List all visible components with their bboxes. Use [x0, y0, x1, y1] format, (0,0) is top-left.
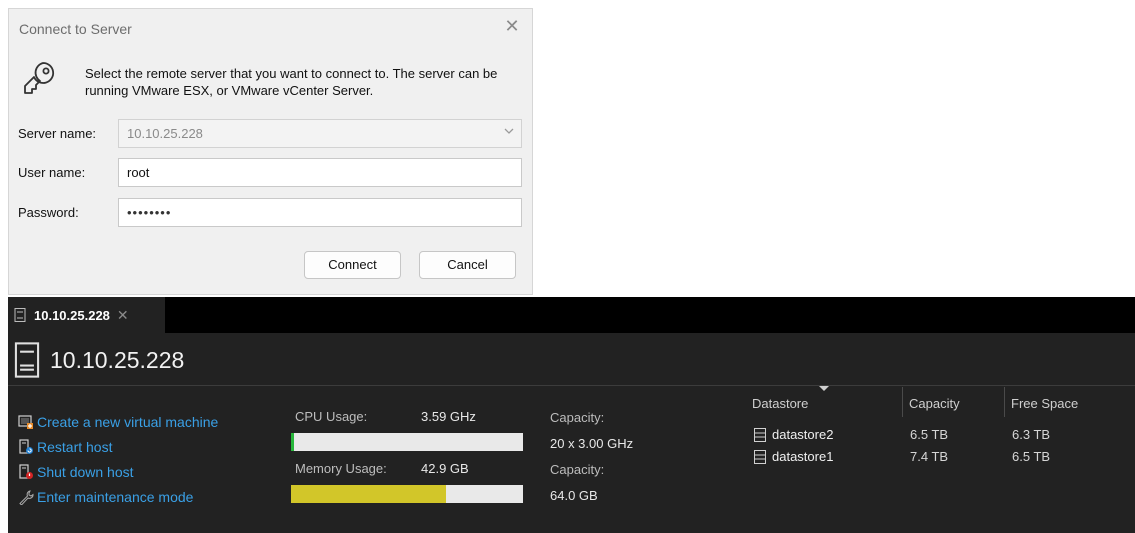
connect-dialog: Connect to Server ✕ Select the remote se…: [8, 8, 533, 295]
cpu-usage-fill: [291, 433, 295, 451]
server-name-label: Server name:: [18, 126, 97, 141]
column-header-free-space[interactable]: Free Space: [1004, 387, 1124, 417]
cpu-usage-value: 3.59 GHz: [421, 409, 476, 424]
datastore-name: datastore1: [772, 449, 834, 464]
memory-usage-fill: [291, 485, 447, 503]
create-vm-link[interactable]: Create a new virtual machine: [18, 409, 218, 434]
page-title: 10.10.25.228: [50, 346, 185, 373]
cpu-capacity-value: 20 x 3.00 GHz: [550, 436, 634, 451]
memory-usage-label: Memory Usage:: [295, 461, 387, 476]
tab-host[interactable]: 10.10.25.228 ✕: [8, 297, 165, 333]
action-label: Restart host: [37, 438, 113, 455]
memory-capacity-value: 64.0 GB: [550, 488, 598, 503]
free-space-cell: 6.5 TB: [1012, 449, 1051, 464]
action-label: Shut down host: [37, 463, 134, 480]
host-summary-panel: 10.10.25.228 ✕ 10.10.25.228 Create a new…: [8, 297, 1135, 533]
tab-label: 10.10.25.228: [34, 307, 110, 323]
datastore-icon: [754, 427, 766, 442]
shutdown-host-link[interactable]: Shut down host: [18, 459, 218, 484]
close-icon[interactable]: ✕: [502, 16, 522, 36]
chevron-down-icon[interactable]: [503, 125, 515, 141]
close-icon[interactable]: ✕: [117, 307, 129, 324]
server-name-combobox[interactable]: 10.10.25.228: [118, 119, 522, 148]
datastore-name-cell: datastore1: [754, 449, 833, 464]
wrench-icon: [19, 489, 34, 505]
cpu-usage-bar: [291, 433, 523, 451]
maintenance-mode-link[interactable]: Enter maintenance mode: [18, 484, 218, 509]
table-row[interactable]: datastore2 6.5 TB 6.3 TB: [746, 425, 1126, 445]
memory-usage-bar: [291, 485, 523, 503]
server-icon: [14, 308, 26, 322]
shutdown-host-icon: [19, 463, 33, 479]
table-row[interactable]: datastore1 7.4 TB 6.5 TB: [746, 447, 1126, 467]
cpu-usage-label: CPU Usage:: [295, 409, 368, 424]
dialog-title: Connect to Server: [19, 21, 132, 37]
cancel-button[interactable]: Cancel: [419, 251, 516, 279]
connect-button[interactable]: Connect: [304, 251, 401, 279]
password-input[interactable]: ••••••••: [118, 198, 522, 227]
cpu-capacity-label: Capacity:: [550, 410, 605, 425]
user-name-label: User name:: [18, 165, 86, 180]
key-icon: [24, 62, 55, 94]
user-name-input[interactable]: root: [118, 158, 522, 187]
action-label: Enter maintenance mode: [37, 488, 194, 505]
restart-host-icon: [19, 438, 33, 454]
new-vm-icon: [18, 414, 33, 429]
free-space-cell: 6.3 TB: [1012, 427, 1051, 442]
column-header-capacity[interactable]: Capacity: [902, 387, 1003, 417]
server-name-value: 10.10.25.228: [127, 126, 203, 141]
restart-host-link[interactable]: Restart host: [18, 434, 218, 459]
datastore-name: datastore2: [772, 427, 834, 442]
action-label: Create a new virtual machine: [37, 413, 219, 430]
memory-usage-value: 42.9 GB: [421, 461, 469, 476]
memory-capacity-label: Capacity:: [550, 462, 605, 477]
tab-bar: 10.10.25.228 ✕: [8, 297, 1135, 333]
capacity-cell: 6.5 TB: [910, 427, 949, 442]
dialog-message: Select the remote server that you want t…: [85, 66, 498, 98]
host-header: 10.10.25.228: [14, 342, 184, 378]
server-icon: [14, 342, 40, 378]
column-header-datastore[interactable]: Datastore: [746, 387, 901, 417]
datastore-name-cell: datastore2: [754, 427, 833, 442]
password-label: Password:: [18, 205, 79, 220]
divider: [8, 385, 1135, 386]
datastore-icon: [754, 449, 766, 464]
capacity-cell: 7.4 TB: [910, 449, 949, 464]
host-actions: Create a new virtual machine Restart hos…: [18, 409, 218, 509]
